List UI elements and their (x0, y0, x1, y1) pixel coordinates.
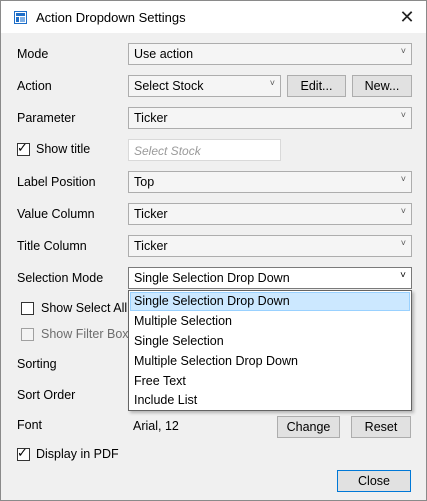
action-label: Action (17, 79, 52, 93)
option-single-selection[interactable]: Single Selection (130, 332, 410, 351)
label-position-combobox[interactable]: Top ˅ (128, 171, 412, 193)
new-button[interactable]: New... (352, 75, 412, 97)
show-title-checkbox[interactable]: ✓ (17, 140, 30, 156)
chevron-down-icon: ˅ (400, 174, 406, 184)
option-multiple-selection[interactable]: Multiple Selection (130, 312, 410, 331)
action-dropdown-settings-dialog: Action Dropdown Settings ✕ Mode Use acti… (0, 0, 427, 501)
font-value: Arial, 12 (133, 419, 179, 433)
sort-order-label: Sort Order (17, 388, 76, 402)
value-column-label: Value Column (17, 207, 95, 221)
edit-button[interactable]: Edit... (287, 75, 346, 97)
close-icon[interactable]: ✕ (394, 5, 420, 29)
title-text-field[interactable]: Select Stock (128, 139, 281, 161)
selection-mode-combobox[interactable]: Single Selection Drop Down ˅ (128, 267, 412, 289)
chevron-down-icon: ˅ (400, 270, 406, 281)
value-column-combobox[interactable]: Ticker ˅ (128, 203, 412, 225)
option-include-list[interactable]: Include List (130, 391, 410, 410)
parameter-combobox[interactable]: Ticker ˅ (128, 107, 412, 129)
value-column-value: Ticker (134, 207, 168, 221)
chevron-down-icon: ˅ (400, 110, 406, 120)
window-title: Action Dropdown Settings (36, 10, 186, 25)
chevron-down-icon: ˅ (269, 78, 275, 88)
title-column-value: Ticker (134, 239, 168, 253)
selection-mode-label: Selection Mode (17, 271, 104, 285)
action-value: Select Stock (134, 79, 204, 93)
show-title-label[interactable]: Show title (36, 142, 90, 156)
mode-combobox[interactable]: Use action ˅ (128, 43, 412, 65)
title-text-placeholder: Select Stock (134, 144, 201, 158)
show-select-all-label[interactable]: Show Select All (41, 301, 127, 315)
parameter-value: Ticker (134, 111, 168, 125)
app-icon (14, 11, 27, 24)
action-combobox[interactable]: Select Stock ˅ (128, 75, 281, 97)
check-icon: ✓ (17, 445, 28, 460)
parameter-label: Parameter (17, 111, 76, 125)
title-bar: Action Dropdown Settings ✕ (1, 1, 426, 33)
option-free-text[interactable]: Free Text (130, 372, 410, 391)
font-label: Font (17, 418, 43, 432)
title-column-label: Title Column (17, 239, 87, 253)
title-column-combobox[interactable]: Ticker ˅ (128, 235, 412, 257)
show-select-all-checkbox[interactable] (21, 302, 34, 315)
reset-font-button[interactable]: Reset (351, 416, 411, 438)
mode-label: Mode (17, 47, 49, 61)
chevron-down-icon: ˅ (400, 238, 406, 248)
close-button[interactable]: Close (337, 470, 411, 492)
display-in-pdf-label[interactable]: Display in PDF (36, 447, 119, 461)
show-filter-box-label[interactable]: Show Filter Box (41, 327, 129, 341)
label-position-label: Label Position (17, 175, 96, 189)
label-position-value: Top (134, 175, 155, 189)
sorting-label: Sorting (17, 357, 57, 371)
selection-mode-dropdown-list: Single Selection Drop Down Multiple Sele… (128, 290, 412, 411)
selection-mode-value: Single Selection Drop Down (134, 271, 290, 285)
display-in-pdf-checkbox[interactable]: ✓ (17, 445, 30, 461)
chevron-down-icon: ˅ (400, 206, 406, 216)
option-multiple-selection-drop-down[interactable]: Multiple Selection Drop Down (130, 352, 410, 371)
option-single-selection-drop-down[interactable]: Single Selection Drop Down (130, 292, 410, 311)
show-filter-box-checkbox[interactable] (21, 328, 34, 341)
chevron-down-icon: ˅ (400, 46, 406, 56)
check-icon: ✓ (17, 140, 28, 155)
change-font-button[interactable]: Change (277, 416, 340, 438)
mode-value: Use action (134, 47, 194, 61)
